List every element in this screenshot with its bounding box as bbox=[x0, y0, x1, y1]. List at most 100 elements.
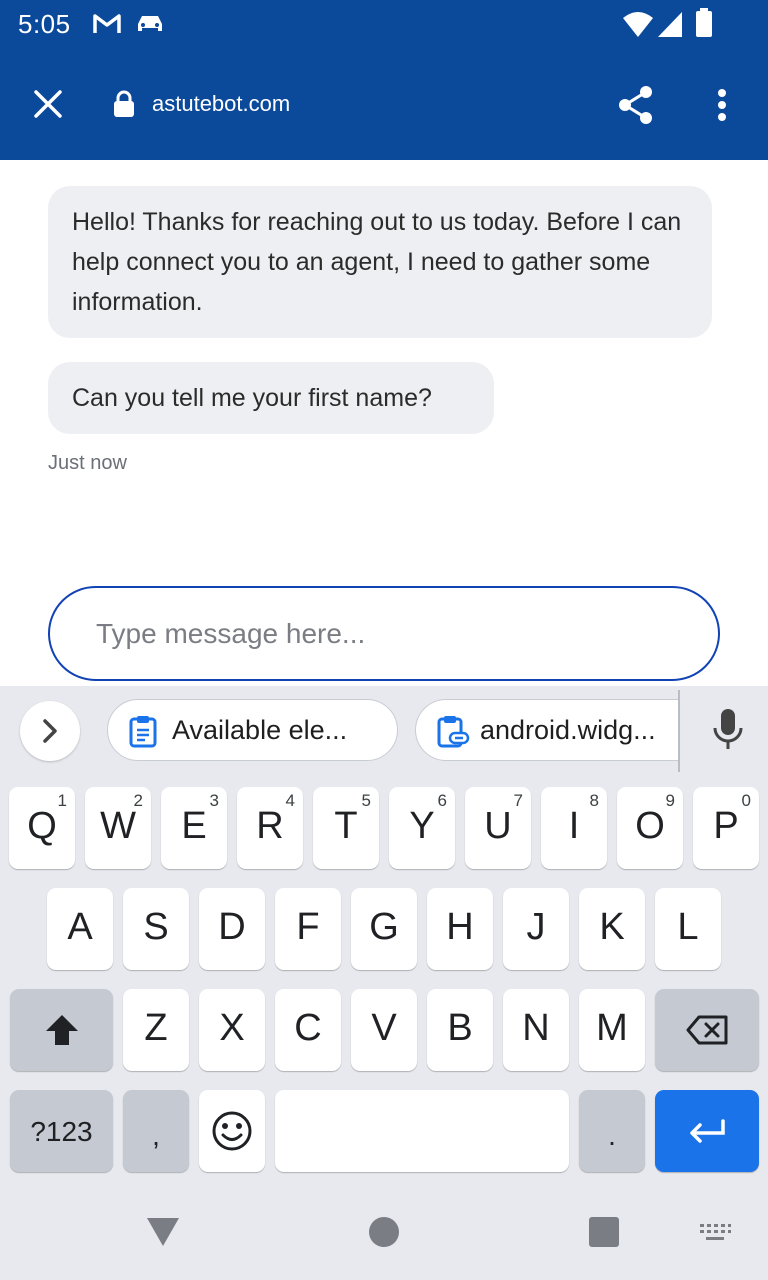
key-f-label: F bbox=[296, 906, 320, 948]
key-o[interactable]: O9 bbox=[617, 787, 683, 869]
key-g-label: G bbox=[369, 906, 399, 948]
keyboard-switch-icon[interactable] bbox=[698, 1220, 732, 1249]
key-p-number-hint: 0 bbox=[741, 791, 751, 810]
share-icon[interactable] bbox=[616, 84, 656, 131]
key-y[interactable]: Y6 bbox=[389, 787, 455, 869]
key-m-label: M bbox=[596, 1007, 628, 1049]
navigation-bar bbox=[0, 1190, 768, 1280]
key-p-label: P bbox=[713, 805, 739, 847]
clipboard-suggestion-label: android.widg... bbox=[480, 715, 656, 745]
comma-key-label: , bbox=[152, 1120, 160, 1151]
key-w[interactable]: W2 bbox=[85, 787, 151, 869]
key-p[interactable]: P0 bbox=[693, 787, 759, 869]
message-timestamp: Just now bbox=[48, 452, 127, 474]
key-z[interactable]: Z bbox=[123, 989, 189, 1071]
message-input[interactable] bbox=[94, 610, 658, 658]
status-bar: 5:05 bbox=[0, 0, 768, 50]
key-s[interactable]: S bbox=[123, 888, 189, 970]
space-key[interactable] bbox=[275, 1090, 569, 1172]
key-g[interactable]: G bbox=[351, 888, 417, 970]
key-o-label: O bbox=[635, 805, 665, 847]
key-n-label: N bbox=[522, 1007, 550, 1049]
close-icon[interactable] bbox=[32, 88, 64, 125]
key-i-number-hint: 8 bbox=[589, 791, 599, 810]
clipboard-link-icon bbox=[436, 714, 470, 753]
period-key[interactable]: . bbox=[579, 1090, 645, 1172]
emoji-key[interactable] bbox=[199, 1090, 265, 1172]
key-k[interactable]: K bbox=[579, 888, 645, 970]
suggestion-bar: Available ele... android.widg... bbox=[0, 686, 768, 776]
gmail-icon bbox=[92, 11, 122, 42]
key-b-label: B bbox=[447, 1007, 473, 1049]
key-r[interactable]: R4 bbox=[237, 787, 303, 869]
key-d-label: D bbox=[218, 906, 246, 948]
key-u[interactable]: U7 bbox=[465, 787, 531, 869]
key-q-number-hint: 1 bbox=[57, 791, 67, 810]
key-x[interactable]: X bbox=[199, 989, 265, 1071]
key-v-label: V bbox=[371, 1007, 397, 1049]
key-t-label: T bbox=[334, 805, 358, 847]
clipboard-suggestion[interactable]: android.widg... bbox=[415, 699, 679, 761]
comma-key[interactable]: , bbox=[123, 1090, 189, 1172]
key-o-number-hint: 9 bbox=[665, 791, 675, 810]
wifi-icon bbox=[622, 10, 654, 43]
status-time: 5:05 bbox=[18, 9, 71, 39]
key-r-label: R bbox=[256, 805, 284, 847]
shift-key[interactable] bbox=[10, 989, 113, 1071]
key-e[interactable]: E3 bbox=[161, 787, 227, 869]
key-s-label: S bbox=[143, 906, 169, 948]
key-h-label: H bbox=[446, 906, 474, 948]
key-i[interactable]: I8 bbox=[541, 787, 607, 869]
key-w-number-hint: 2 bbox=[133, 791, 143, 810]
microphone-icon[interactable] bbox=[710, 706, 746, 757]
key-k-label: K bbox=[599, 906, 625, 948]
lock-icon bbox=[112, 90, 136, 123]
key-f[interactable]: F bbox=[275, 888, 341, 970]
key-z-label: Z bbox=[144, 1007, 168, 1049]
bot-message: Hello! Thanks for reaching out to us tod… bbox=[48, 186, 712, 338]
key-l[interactable]: L bbox=[655, 888, 721, 970]
cellular-signal-icon bbox=[656, 10, 684, 43]
key-c-label: C bbox=[294, 1007, 322, 1049]
key-y-label: Y bbox=[409, 805, 435, 847]
clipboard-suggestion[interactable]: Available ele... bbox=[107, 699, 398, 761]
recents-nav-icon[interactable] bbox=[588, 1216, 620, 1253]
back-nav-icon[interactable] bbox=[145, 1216, 181, 1253]
key-w-label: W bbox=[100, 805, 136, 847]
expand-toolbar-button[interactable] bbox=[20, 701, 80, 761]
key-y-number-hint: 6 bbox=[437, 791, 447, 810]
key-l-label: L bbox=[677, 906, 699, 948]
car-icon bbox=[134, 11, 166, 42]
browser-toolbar: astutebot.com bbox=[0, 50, 768, 160]
key-q-label: Q bbox=[27, 805, 57, 847]
battery-icon bbox=[695, 8, 713, 43]
key-a[interactable]: A bbox=[47, 888, 113, 970]
key-q[interactable]: Q1 bbox=[9, 787, 75, 869]
symbols-key[interactable]: ?123 bbox=[10, 1090, 113, 1172]
key-t[interactable]: T5 bbox=[313, 787, 379, 869]
key-a-label: A bbox=[67, 906, 93, 948]
url-text[interactable]: astutebot.com bbox=[152, 91, 290, 117]
key-b[interactable]: B bbox=[427, 989, 493, 1071]
home-nav-icon[interactable] bbox=[368, 1216, 400, 1253]
enter-key[interactable] bbox=[655, 1090, 759, 1172]
key-n[interactable]: N bbox=[503, 989, 569, 1071]
key-j[interactable]: J bbox=[503, 888, 569, 970]
key-u-label: U bbox=[484, 805, 512, 847]
key-r-number-hint: 4 bbox=[285, 791, 295, 810]
key-d[interactable]: D bbox=[199, 888, 265, 970]
more-options-icon[interactable] bbox=[716, 88, 728, 127]
message-input-container[interactable] bbox=[48, 586, 720, 681]
key-h[interactable]: H bbox=[427, 888, 493, 970]
key-u-number-hint: 7 bbox=[513, 791, 523, 810]
key-e-number-hint: 3 bbox=[209, 791, 219, 810]
key-c[interactable]: C bbox=[275, 989, 341, 1071]
backspace-key[interactable] bbox=[655, 989, 759, 1071]
key-t-number-hint: 5 bbox=[361, 791, 371, 810]
key-v[interactable]: V bbox=[351, 989, 417, 1071]
key-m[interactable]: M bbox=[579, 989, 645, 1071]
chat-area: Hello! Thanks for reaching out to us tod… bbox=[0, 160, 768, 686]
clipboard-icon bbox=[128, 714, 158, 753]
key-x-label: X bbox=[219, 1007, 245, 1049]
key-i-label: I bbox=[568, 805, 580, 847]
